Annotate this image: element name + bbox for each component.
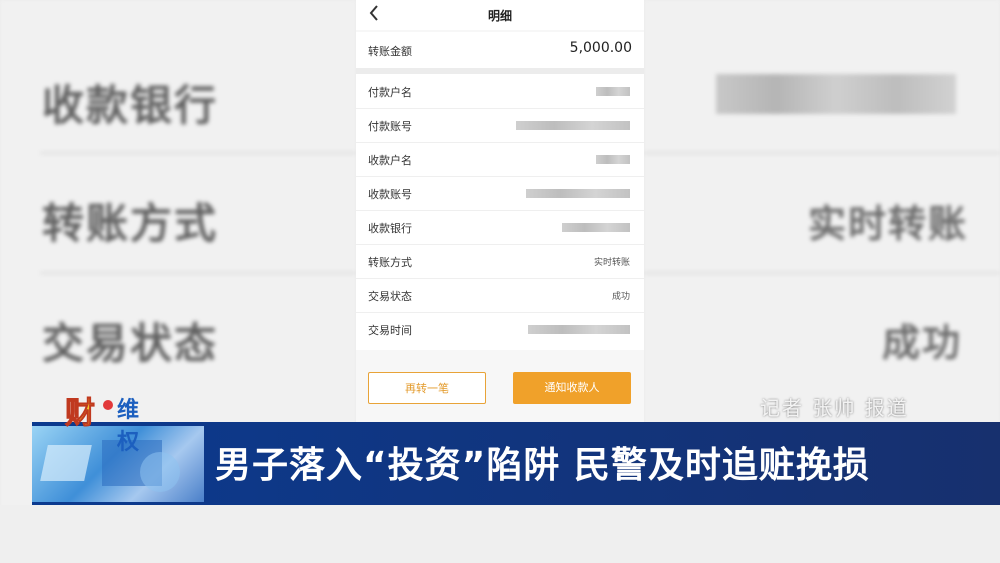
amount-value: 5,000.00 (569, 40, 632, 56)
masked-value (596, 155, 630, 164)
masked-value (562, 223, 630, 232)
bg-divider (40, 152, 356, 154)
banner-graphic (140, 452, 180, 492)
masked-value (596, 87, 630, 96)
bg-value-method: 实时转账 (808, 202, 969, 246)
payer-account-label: 付款账号 (368, 120, 412, 133)
banner-graphic (40, 445, 92, 481)
list-item: 收款银行 (356, 210, 644, 245)
bg-divider (644, 272, 1000, 274)
reporter-credit: 记者 张帅 报道 (760, 396, 909, 420)
time-label: 交易时间 (368, 324, 412, 337)
list-item: 交易状态 成功 (356, 278, 644, 313)
payee-account-label: 收款账号 (368, 188, 412, 201)
logo-cai-text: 财 (65, 396, 96, 432)
bottom-blur (0, 505, 1000, 563)
bg-label-status: 交易状态 (42, 319, 219, 368)
logo-weiquan-text: 维权 (117, 398, 140, 455)
list-item: 收款户名 (356, 142, 644, 177)
status-label: 交易状态 (368, 290, 412, 303)
bg-divider (40, 272, 356, 274)
list-item: 付款账号 (356, 108, 644, 143)
page-title: 明细 (487, 9, 512, 23)
notify-payee-button[interactable]: 通知收款人 (513, 372, 631, 404)
payer-name-label: 付款户名 (368, 86, 412, 99)
payee-bank-label: 收款银行 (368, 222, 412, 235)
status-value: 成功 (611, 292, 630, 302)
bg-label-bank: 收款银行 (42, 81, 219, 130)
transfer-again-button[interactable]: 再转一笔 (368, 372, 486, 404)
news-headline: 男子落入“投资”陷阱 民警及时追赃挽损 (215, 445, 870, 486)
bg-value-status: 成功 (882, 321, 963, 365)
bg-masked-value (716, 74, 956, 114)
list-item: 收款账号 (356, 176, 644, 211)
action-bar: 再转一笔 通知收款人 (356, 352, 644, 424)
transfer-method-label: 转账方式 (368, 256, 412, 269)
list-item: 转账方式 实时转账 (356, 244, 644, 279)
payee-name-label: 收款户名 (368, 154, 412, 167)
nav-bar: 明细 (356, 0, 644, 30)
detail-list: 付款户名 付款账号 收款户名 收款账号 收款银行 转账方式 实时转账 交易状态 … (356, 74, 644, 350)
amount-label: 转账金额 (368, 45, 412, 58)
bg-divider (644, 152, 1000, 154)
list-item: 交易时间 (356, 312, 644, 346)
amount-row: 转账金额 5,000.00 (356, 32, 644, 68)
transfer-method-value: 实时转账 (593, 258, 630, 268)
list-item: 付款户名 (356, 74, 644, 109)
masked-value (516, 121, 630, 130)
masked-value (526, 189, 630, 198)
masked-value (528, 325, 630, 334)
bg-label-method: 转账方式 (42, 199, 219, 248)
logo-dot (103, 400, 113, 410)
